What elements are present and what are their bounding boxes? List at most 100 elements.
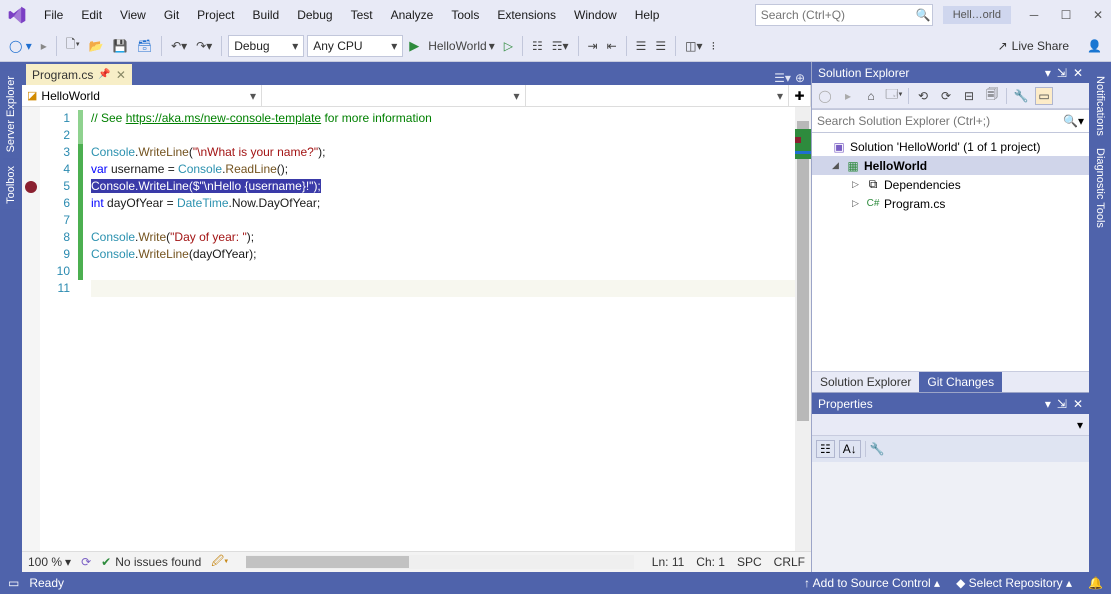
code-editor[interactable]: 1234567891011 // See https://aka.ms/new-… bbox=[22, 107, 811, 551]
toolbox-tab[interactable]: Toolbox bbox=[3, 160, 19, 210]
menu-view[interactable]: View bbox=[112, 4, 154, 26]
menu-test[interactable]: Test bbox=[343, 4, 381, 26]
refresh-icon[interactable]: ⟳ bbox=[937, 87, 955, 105]
menu-analyze[interactable]: Analyze bbox=[383, 4, 442, 26]
diagnostic-tools-tab[interactable]: Diagnostic Tools bbox=[1092, 142, 1108, 234]
tab-solution-explorer[interactable]: Solution Explorer bbox=[812, 372, 919, 392]
menu-edit[interactable]: Edit bbox=[73, 4, 110, 26]
open-button[interactable]: 📂 bbox=[86, 37, 107, 55]
alphabetical-icon[interactable]: A↓ bbox=[839, 440, 861, 458]
panel-menu-icon[interactable]: ▾ bbox=[1045, 66, 1051, 80]
bookmark-btn[interactable]: ◫▾ bbox=[682, 37, 705, 55]
step-btn-1[interactable]: ⇥ bbox=[585, 37, 601, 55]
layout-btn-2[interactable]: ☶▾ bbox=[549, 37, 572, 55]
home-icon[interactable]: ⌂ bbox=[862, 87, 880, 105]
indent-btn-2[interactable]: ☰ bbox=[652, 37, 669, 55]
fwd-icon[interactable]: ▸ bbox=[839, 87, 857, 105]
solution-node[interactable]: ▣Solution 'HelloWorld' (1 of 1 project) bbox=[812, 137, 1089, 156]
nav-project-combo[interactable]: ◪HelloWorld▾ bbox=[22, 85, 262, 106]
collapse-icon[interactable]: ⊟ bbox=[960, 87, 978, 105]
breakpoint-gutter[interactable] bbox=[22, 107, 40, 551]
nav-type-combo[interactable]: ▾ bbox=[262, 85, 526, 106]
close-tab-icon[interactable]: ✕ bbox=[116, 68, 126, 82]
maximize-button[interactable]: ☐ bbox=[1059, 8, 1073, 22]
issues-indicator[interactable]: ✔No issues found bbox=[101, 555, 201, 569]
menu-help[interactable]: Help bbox=[627, 4, 668, 26]
menu-file[interactable]: File bbox=[36, 4, 71, 26]
nav-fwd-button[interactable]: ▸ bbox=[38, 37, 50, 55]
menu-project[interactable]: Project bbox=[189, 4, 242, 26]
panel-menu-icon[interactable]: ▾ bbox=[1045, 397, 1051, 411]
notifications-bell-icon[interactable]: 🔔 bbox=[1088, 576, 1103, 590]
nav-back-button[interactable]: ◯ ▾ bbox=[6, 37, 35, 55]
line-indicator[interactable]: Ln: 11 bbox=[652, 555, 684, 569]
pin-icon[interactable]: 📌 bbox=[98, 69, 110, 80]
document-tab[interactable]: Program.cs 📌 ✕ bbox=[26, 64, 132, 85]
select-repository-button[interactable]: ◆ Select Repository ▴ bbox=[956, 576, 1072, 590]
global-search[interactable]: 🔍 bbox=[755, 4, 933, 26]
vertical-scrollbar[interactable] bbox=[795, 107, 811, 551]
menu-build[interactable]: Build bbox=[245, 4, 288, 26]
feedback-button[interactable]: 👤 bbox=[1084, 37, 1105, 55]
dependencies-node[interactable]: ▷⧉Dependencies bbox=[812, 175, 1089, 194]
nav-member-combo[interactable]: ▾ bbox=[526, 85, 790, 106]
close-button[interactable]: ✕ bbox=[1091, 8, 1105, 22]
indent-btn-1[interactable]: ☰ bbox=[633, 37, 650, 55]
solution-search[interactable]: 🔍▾ bbox=[812, 109, 1089, 133]
step-btn-2[interactable]: ⇤ bbox=[604, 37, 620, 55]
global-search-input[interactable] bbox=[761, 8, 916, 22]
start-debug-button[interactable]: ▶ bbox=[406, 36, 422, 56]
server-explorer-tab[interactable]: Server Explorer bbox=[3, 70, 19, 158]
sync-icon[interactable]: ⟲ bbox=[914, 87, 932, 105]
switch-view-icon[interactable]: 🗔▾ bbox=[885, 87, 903, 105]
config-combo[interactable]: Debug▾ bbox=[228, 35, 304, 57]
redo-button[interactable]: ↷▾ bbox=[193, 37, 215, 55]
properties-wrench-icon[interactable]: 🔧 bbox=[870, 442, 885, 456]
properties-header[interactable]: Properties ▾⇲✕ bbox=[812, 393, 1089, 414]
col-indicator[interactable]: Ch: 1 bbox=[696, 555, 725, 569]
code-text[interactable]: // See https://aka.ms/new-console-templa… bbox=[83, 107, 811, 297]
breakpoint-icon[interactable] bbox=[25, 181, 37, 193]
menu-tools[interactable]: Tools bbox=[443, 4, 487, 26]
properties-object-combo[interactable]: ▾ bbox=[1077, 418, 1083, 432]
new-item-button[interactable]: 🗋▾ bbox=[63, 33, 83, 58]
categorized-icon[interactable]: ☷ bbox=[816, 440, 835, 458]
project-node[interactable]: ◢▦HelloWorld bbox=[812, 156, 1089, 175]
horizontal-scrollbar[interactable] bbox=[246, 555, 633, 569]
live-share-button[interactable]: ↗ Live Share bbox=[998, 39, 1069, 53]
add-source-control-button[interactable]: ↑ Add to Source Control ▴ bbox=[804, 576, 940, 590]
save-all-button[interactable]: 🗃 bbox=[134, 37, 155, 55]
solution-tree[interactable]: ▣Solution 'HelloWorld' (1 of 1 project) … bbox=[812, 133, 1089, 371]
file-node[interactable]: ▷C#Program.cs bbox=[812, 194, 1089, 213]
undo-button[interactable]: ↶▾ bbox=[168, 37, 190, 55]
platform-combo[interactable]: Any CPU▾ bbox=[307, 35, 403, 57]
panel-pin-icon[interactable]: ⇲ bbox=[1057, 66, 1067, 80]
tab-git-changes[interactable]: Git Changes bbox=[919, 372, 1002, 392]
eol-indicator[interactable]: CRLF bbox=[774, 555, 805, 569]
notifications-tab[interactable]: Notifications bbox=[1092, 70, 1108, 142]
solution-search-input[interactable] bbox=[817, 114, 1063, 128]
menu-git[interactable]: Git bbox=[156, 4, 187, 26]
back-icon[interactable]: ◯ bbox=[816, 87, 834, 105]
output-icon[interactable]: ▭ bbox=[8, 576, 19, 590]
zoom-level[interactable]: 100 % ▾ bbox=[28, 555, 71, 569]
preview-icon[interactable]: ▭ bbox=[1035, 87, 1053, 105]
extra-btn[interactable]: ⁝ bbox=[709, 37, 719, 55]
panel-close-icon[interactable]: ✕ bbox=[1073, 66, 1083, 80]
panel-close-icon[interactable]: ✕ bbox=[1073, 397, 1083, 411]
health-icon[interactable]: ⟳ bbox=[81, 555, 91, 569]
tab-more-button[interactable]: ⊕ bbox=[795, 71, 805, 85]
indent-indicator[interactable]: SPC bbox=[737, 555, 762, 569]
panel-pin-icon[interactable]: ⇲ bbox=[1057, 397, 1067, 411]
split-button[interactable]: ✚ bbox=[789, 85, 811, 106]
start-nodebug-button[interactable]: ▷ bbox=[501, 37, 516, 55]
start-target[interactable]: HelloWorld ▾ bbox=[425, 37, 498, 55]
save-button[interactable]: 💾 bbox=[110, 37, 131, 55]
tab-overflow-button[interactable]: ☰▾ bbox=[774, 71, 791, 85]
properties-icon[interactable]: 🔧 bbox=[1012, 87, 1030, 105]
lightbulb-icon[interactable]: 🖉▾ bbox=[211, 552, 228, 573]
menu-debug[interactable]: Debug bbox=[289, 4, 340, 26]
solution-explorer-header[interactable]: Solution Explorer ▾⇲✕ bbox=[812, 62, 1089, 83]
show-all-icon[interactable]: 🗐 bbox=[983, 87, 1001, 105]
menu-extensions[interactable]: Extensions bbox=[489, 4, 564, 26]
